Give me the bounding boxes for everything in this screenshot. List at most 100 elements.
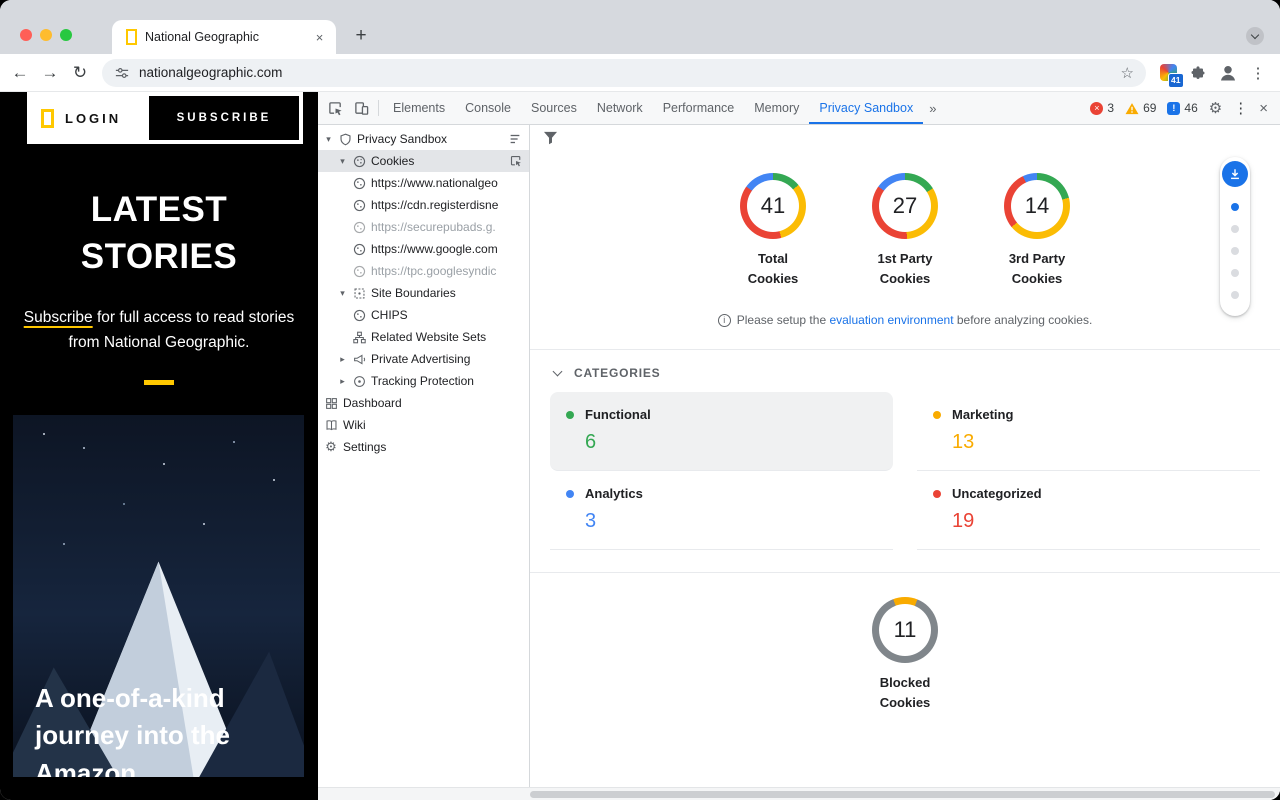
zoom-window-button[interactable] <box>60 29 72 41</box>
inspect-element-icon[interactable] <box>322 95 348 121</box>
tree-item-label: https://securepubads.g. <box>371 220 496 234</box>
browser-menu-icon[interactable]: ⋮ <box>1244 59 1272 87</box>
categories-header[interactable]: CATEGORIES <box>530 350 1280 390</box>
tree-item-url[interactable]: https://tpc.googlesyndic <box>318 260 529 282</box>
cookie-icon <box>352 198 366 212</box>
scrollbar-thumb[interactable] <box>530 791 1275 798</box>
natgeo-logo <box>41 109 54 128</box>
caret-down-icon[interactable] <box>338 156 347 167</box>
info-icon <box>718 314 731 327</box>
story-title[interactable]: A one-of-a-kind journey into the Amazon <box>35 680 285 777</box>
tree-item-dashboard[interactable]: Dashboard <box>318 392 529 414</box>
bookmark-star-icon[interactable]: ☆ <box>1121 64 1134 82</box>
caret-down-icon[interactable] <box>338 288 347 299</box>
horizontal-scrollbar[interactable] <box>318 787 1280 800</box>
devtools-panel: Elements Console Sources Network Perform… <box>318 92 1280 800</box>
category-name: Analytics <box>585 486 643 501</box>
pager-dot[interactable] <box>1231 247 1239 255</box>
caret-down-icon[interactable] <box>324 134 333 145</box>
devtools-menu-icon[interactable]: ⋮ <box>1233 99 1248 117</box>
privacy-sandbox-extension-icon[interactable]: 41 <box>1154 60 1182 86</box>
browser-tab[interactable]: National Geographic × <box>112 20 336 54</box>
tree-root-privacy-sandbox[interactable]: Privacy Sandbox <box>318 128 529 150</box>
categories-title: CATEGORIES <box>574 366 660 380</box>
tab-strip: National Geographic × + <box>0 0 1280 54</box>
inspect-cursor-icon[interactable] <box>510 155 525 167</box>
login-link[interactable]: LOGIN <box>65 111 121 126</box>
extensions-puzzle-icon[interactable] <box>1184 59 1212 87</box>
content-area: LOGIN SUBSCRIBE LATEST STORIES Subscribe… <box>0 92 1280 800</box>
pager-dot[interactable] <box>1231 203 1239 211</box>
tree-item-wiki[interactable]: Wiki <box>318 414 529 436</box>
tree-item-chips[interactable]: CHIPS <box>318 304 529 326</box>
tab-console[interactable]: Console <box>455 92 521 124</box>
tree-item-site-boundaries[interactable]: Site Boundaries <box>318 282 529 304</box>
pager-dot[interactable] <box>1231 291 1239 299</box>
tab-close-icon[interactable]: × <box>311 29 328 46</box>
privacy-sandbox-main: 41 Total Cookies 27 <box>530 125 1280 800</box>
devtools-status-cluster: × 3 69 ! 46 ⚙ <box>1090 99 1276 117</box>
tab-memory[interactable]: Memory <box>744 92 809 124</box>
tree-item-label: Cookies <box>371 154 414 168</box>
tree-item-label: https://tpc.googlesyndic <box>371 264 496 278</box>
tree-item-url[interactable]: https://cdn.registerdisne <box>318 194 529 216</box>
profile-avatar-icon[interactable] <box>1214 59 1242 87</box>
category-analytics[interactable]: Analytics 3 <box>550 471 893 550</box>
url-text[interactable]: nationalgeographic.com <box>139 65 1112 80</box>
error-badge[interactable]: × 3 <box>1090 101 1114 115</box>
site-settings-icon[interactable] <box>114 60 130 86</box>
subscribe-button[interactable]: SUBSCRIBE <box>149 96 299 140</box>
tree-item-url[interactable]: https://securepubads.g. <box>318 216 529 238</box>
back-icon[interactable]: ← <box>6 59 34 87</box>
tree-item-url[interactable]: https://www.nationalgeo <box>318 172 529 194</box>
minimize-window-button[interactable] <box>40 29 52 41</box>
chevron-down-icon[interactable] <box>553 366 563 376</box>
download-button[interactable] <box>1222 161 1248 187</box>
forward-icon[interactable]: → <box>36 59 64 87</box>
category-count: 13 <box>952 431 1244 454</box>
third-party-cookies-label: 3rd Party Cookies <box>988 249 1086 289</box>
tree-item-private-advertising[interactable]: Private Advertising <box>318 348 529 370</box>
tree-item-tracking-protection[interactable]: Tracking Protection <box>318 370 529 392</box>
devtools-close-icon[interactable]: × <box>1259 100 1268 117</box>
url-field[interactable]: nationalgeographic.com ☆ <box>102 59 1146 87</box>
tab-search-icon[interactable] <box>1246 27 1264 45</box>
tree-item-settings[interactable]: ⚙ Settings <box>318 436 529 458</box>
warning-badge[interactable]: 69 <box>1125 101 1156 115</box>
collapse-sidebar-icon[interactable] <box>508 132 525 146</box>
cookie-icon <box>352 242 366 256</box>
tab-network[interactable]: Network <box>587 92 653 124</box>
pager-dot[interactable] <box>1231 269 1239 277</box>
pager-dot[interactable] <box>1231 225 1239 233</box>
tab-elements[interactable]: Elements <box>383 92 455 124</box>
category-functional[interactable]: Functional 6 <box>550 392 893 471</box>
caret-right-icon[interactable] <box>338 376 347 387</box>
tab-performance[interactable]: Performance <box>653 92 745 124</box>
tree-item-label: Wiki <box>343 418 366 432</box>
tab-privacy-sandbox[interactable]: Privacy Sandbox <box>809 92 923 124</box>
sitemap-icon <box>352 330 366 344</box>
device-toolbar-icon[interactable] <box>348 95 374 121</box>
category-uncategorized[interactable]: Uncategorized 19 <box>917 471 1260 550</box>
more-tabs-icon[interactable]: » <box>923 101 942 116</box>
tree-item-related-website-sets[interactable]: Related Website Sets <box>318 326 529 348</box>
tab-sources[interactable]: Sources <box>521 92 587 124</box>
first-party-cookies-donut: 27 <box>872 173 938 239</box>
new-tab-button[interactable]: + <box>348 23 374 49</box>
devtools-settings-icon[interactable]: ⚙ <box>1209 99 1222 117</box>
category-marketing[interactable]: Marketing 13 <box>917 392 1260 471</box>
tree-item-cookies[interactable]: Cookies <box>318 150 529 172</box>
issues-badge[interactable]: ! 46 <box>1167 101 1197 115</box>
caret-right-icon[interactable] <box>338 354 347 365</box>
category-count: 19 <box>952 510 1244 533</box>
tree-item-url[interactable]: https://www.google.com <box>318 238 529 260</box>
reload-icon[interactable]: ↻ <box>66 59 94 87</box>
subscribe-link[interactable]: Subscribe <box>24 309 93 326</box>
address-bar: ← → ↻ nationalgeographic.com ☆ 41 <box>0 54 1280 92</box>
filter-icon[interactable] <box>543 131 558 145</box>
third-party-cookies-donut: 14 <box>1004 173 1070 239</box>
close-window-button[interactable] <box>20 29 32 41</box>
story-card[interactable]: A one-of-a-kind journey into the Amazon <box>13 415 304 777</box>
extension-badge: 41 <box>1168 73 1184 88</box>
evaluation-environment-link[interactable]: evaluation environment <box>829 313 953 327</box>
